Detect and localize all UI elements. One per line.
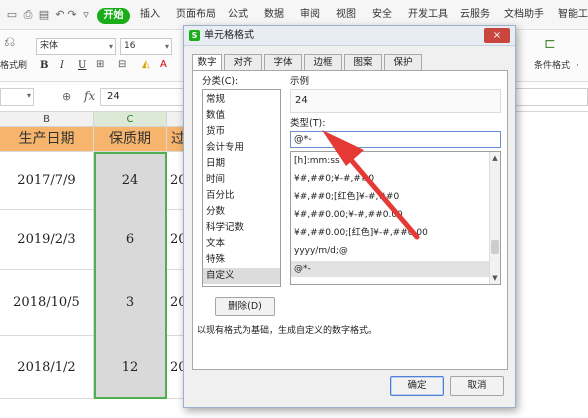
table-cell-shelf-life[interactable]: 3 [94,270,167,336]
sheet-right-area [516,112,588,418]
list-item[interactable]: ¥#,##0.00;¥-#,##0.00 [291,207,489,223]
list-item[interactable]: 文本 [203,236,280,252]
list-item[interactable]: 常规 [203,92,280,108]
tab-smart-tools[interactable]: 智能工 [558,9,588,21]
category-list[interactable]: 常规 数值 货币 会计专用 日期 时间 百分比 分数 科学记数 文本 特殊 自定… [202,89,281,287]
ok-button[interactable]: 确定 [390,376,444,396]
scroll-down-icon[interactable]: ▼ [490,273,500,283]
tab-cloud[interactable]: 云服务 [460,9,490,21]
wps-logo-icon: S [189,30,200,41]
table-cell-shelf-life[interactable]: 24 [94,152,167,210]
zoom-icon[interactable]: ⊕ [62,90,71,103]
list-item[interactable]: 百分比 [203,188,280,204]
font-size-select[interactable]: 16 ▾ [120,38,172,55]
cancel-button[interactable]: 取消 [450,376,504,396]
list-item[interactable]: 货币 [203,124,280,140]
border-icon[interactable]: ⊞ [96,59,104,71]
tab-font[interactable]: 字体 [264,54,302,71]
conditional-format-button[interactable]: 条件格式 [534,60,570,72]
sample-label: 示例 [290,76,310,87]
scroll-up-icon[interactable]: ▲ [490,153,500,163]
tab-review[interactable]: 审阅 [300,9,320,21]
list-item-selected[interactable]: 自定义 [203,268,280,284]
fx-icon[interactable]: fx [84,89,95,103]
dialog-title-bar[interactable]: S 单元格格式 × [184,26,515,46]
tab-border[interactable]: 边框 [304,54,342,71]
list-item[interactable]: 分数 [203,204,280,220]
table-cell-date[interactable]: 2018/10/5 [0,270,94,336]
tab-data[interactable]: 数据 [264,9,284,21]
table-cell-shelf-life[interactable]: 6 [94,210,167,270]
sample-preview: 24 [290,89,501,113]
tab-start[interactable]: 开始 [97,8,130,24]
format-painter-label[interactable]: 格式刷 [0,60,27,72]
delete-button[interactable]: 删除(D) [215,297,275,316]
format-list[interactable]: [h]:mm:ss ¥#,##0;¥-#,##0 ¥#,##0;[红色]¥-#,… [290,151,501,285]
font-color-icon[interactable]: A [160,59,167,71]
list-item[interactable]: ¥#,##0;¥-#,##0 [291,171,489,187]
format-cells-dialog: S 单元格格式 × 数字 对齐 字体 边框 图案 保护 分类(C): 常规 数值… [183,25,516,408]
tab-formulas[interactable]: 公式 [228,9,248,21]
page-icon[interactable]: ▭ [6,9,18,21]
list-item[interactable]: 会计专用 [203,140,280,156]
table-cell-date[interactable]: 2019/2/3 [0,210,94,270]
list-item-selected[interactable]: @*- [291,261,489,277]
format-description: 以现有格式为基础，生成自定义的数字格式。 [197,326,378,336]
list-item[interactable]: 日期 [203,156,280,172]
tab-developer[interactable]: 开发工具 [408,9,448,21]
format-painter-icon[interactable]: ⎌ [4,35,15,49]
tab-security[interactable]: 安全 [372,9,392,21]
tab-doc-assistant[interactable]: 文档助手 [504,9,544,21]
list-item[interactable]: 科学记数 [203,220,280,236]
quick-access-dropdown-icon[interactable]: ▿ [80,9,92,21]
header-cell-production-date[interactable]: 生产日期 [0,127,94,152]
type-input[interactable]: @*- [290,131,501,148]
tab-view[interactable]: 视图 [336,9,356,21]
bold-button[interactable]: B [40,60,48,72]
table-cell-date[interactable]: 2017/7/9 [0,152,94,210]
tab-pattern[interactable]: 图案 [344,54,382,71]
italic-button[interactable]: I [60,60,64,72]
dialog-title: 单元格格式 [204,30,254,41]
list-item[interactable]: yyyy/m/d;@ [291,243,489,259]
list-item[interactable]: ¥#,##0;[红色]¥-#,##0 [291,189,489,205]
font-name-select[interactable]: 宋体 ▾ [36,38,116,55]
fill-color-icon[interactable]: ⊟ [118,59,126,71]
tab-alignment[interactable]: 对齐 [224,54,262,71]
list-item[interactable]: [h]:mm:ss [291,153,489,169]
table-cell-shelf-life[interactable]: 12 [94,336,167,399]
type-label: 类型(T): [290,118,326,129]
list-item[interactable]: 特殊 [203,252,280,268]
chevron-down-icon: ▾ [108,42,113,51]
conditional-format-icon[interactable]: ⊏ [544,37,556,51]
redo-icon[interactable]: ↷ [66,9,78,21]
list-item[interactable]: 时间 [203,172,280,188]
close-icon[interactable]: × [484,28,510,43]
highlight-icon[interactable]: ◭ [142,59,150,71]
underline-button[interactable]: U [78,60,86,72]
header-cell-shelf-life[interactable]: 保质期 [94,127,167,152]
category-label: 分类(C): [202,76,239,87]
tab-insert[interactable]: 插入 [140,9,160,21]
table-cell-date[interactable]: 2018/1/2 [0,336,94,399]
name-box[interactable]: ▾ [0,88,34,106]
conditional-format-dropdown[interactable]: · [576,60,579,72]
tab-protection[interactable]: 保护 [384,54,422,71]
chevron-down-icon: ▾ [26,91,31,100]
undo-icon[interactable]: ↶ [54,9,66,21]
dialog-body: 分类(C): 常规 数值 货币 会计专用 日期 时间 百分比 分数 科学记数 文… [192,70,508,370]
list-item[interactable]: ¥#,##0.00;[红色]¥-#,##0.00 [291,225,489,241]
tab-page-layout[interactable]: 页面布局 [176,9,216,21]
print-icon[interactable]: ▤ [38,9,50,21]
chevron-down-icon: ▾ [164,42,169,51]
print-preview-icon[interactable]: ⎙ [22,9,34,21]
column-header-c[interactable]: C [94,112,167,127]
column-header-b[interactable]: B [0,112,94,127]
format-list-scrollbar[interactable]: ▲ ▼ [489,152,500,284]
scroll-thumb[interactable] [491,240,499,254]
list-item[interactable]: 数值 [203,108,280,124]
